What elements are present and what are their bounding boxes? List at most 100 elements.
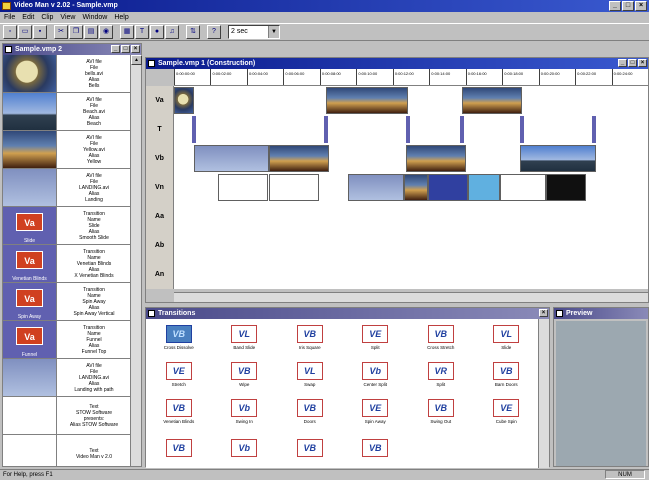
transition-item[interactable]: VB Iris Square xyxy=(277,319,343,356)
transition-item[interactable]: Vb Swing In xyxy=(212,393,278,430)
list-item[interactable]: AVI file File Yellow.avi Alias Yellow xyxy=(3,131,131,169)
clip-segment[interactable] xyxy=(520,145,596,172)
clip-segment[interactable] xyxy=(326,87,408,114)
transition-marker[interactable] xyxy=(592,116,596,143)
transition-marker[interactable] xyxy=(192,116,196,143)
list-item[interactable]: AVI file File LANDING.avi Alias Landing with… xyxy=(3,359,131,397)
render-icon[interactable]: ◉ xyxy=(99,25,113,39)
clip-list: AVI file File bells.avi Alias Bells AVI file… xyxy=(3,55,131,466)
menu-help[interactable]: Help xyxy=(114,12,128,23)
timeline-ruler[interactable]: 0:00:00:00 0:00:02:00 0:00:04:00 0:00:06… xyxy=(174,69,648,86)
clip-segment[interactable] xyxy=(404,174,428,201)
list-item[interactable]: Text STOW Software presents: Alias STOW Sof… xyxy=(3,397,131,435)
menu-edit[interactable]: Edit xyxy=(22,12,34,23)
close-button[interactable]: × xyxy=(539,309,548,317)
clip-segment[interactable] xyxy=(500,174,546,201)
storyboard-icon[interactable]: ▦ xyxy=(120,25,134,39)
close-button[interactable]: × xyxy=(131,45,140,53)
list-item[interactable]: Va Funnel Transition Name Funnel Alias Funnel… xyxy=(3,321,131,359)
transition-item[interactable]: VB Wipe xyxy=(212,356,278,393)
clip-segment[interactable] xyxy=(269,145,329,172)
list-item[interactable]: AVI file File bells.avi Alias Bells xyxy=(3,55,131,93)
transition-marker[interactable] xyxy=(406,116,410,143)
record-icon[interactable]: ● xyxy=(150,25,164,39)
track-lane[interactable] xyxy=(174,231,648,260)
maximize-button[interactable]: □ xyxy=(121,45,130,53)
list-item[interactable]: AVI file File LANDING.avi Alias Landing xyxy=(3,169,131,207)
transition-item[interactable]: VL Band Slide xyxy=(212,319,278,356)
volume-icon[interactable]: ♫ xyxy=(165,25,179,39)
list-item[interactable]: AVI file File Beach.avi Alias Beach xyxy=(3,93,131,131)
text-icon[interactable]: T xyxy=(135,25,149,39)
clip-segment[interactable] xyxy=(406,145,466,172)
minimize-button[interactable]: _ xyxy=(609,1,621,11)
transitions-scrollbar[interactable] xyxy=(538,319,549,468)
timeline-scrollbar[interactable] xyxy=(174,292,648,302)
new-icon[interactable]: ▫ xyxy=(3,25,17,39)
cut-icon[interactable]: ✂ xyxy=(54,25,68,39)
transition-item[interactable]: VE Cube Spin xyxy=(474,393,540,430)
transition-item[interactable]: Vb xyxy=(212,430,278,467)
transition-item[interactable]: VB Cross Stretch xyxy=(408,319,474,356)
transition-item[interactable]: VE Stretch xyxy=(146,356,212,393)
transition-item[interactable]: VB Cross Dissolve xyxy=(146,319,212,356)
track-lane[interactable] xyxy=(174,144,648,173)
transition-marker[interactable] xyxy=(520,116,524,143)
list-item[interactable]: Va Spin Away Transition Name Spin Away Alias… xyxy=(3,283,131,321)
restore-button[interactable]: □ xyxy=(622,1,634,11)
transition-item[interactable]: VB xyxy=(343,430,409,467)
list-item[interactable]: Text Video Man v 2.0 xyxy=(3,435,131,466)
minimize-button[interactable]: _ xyxy=(618,59,627,67)
track-lane[interactable] xyxy=(174,86,648,115)
clip-segment[interactable] xyxy=(269,174,319,201)
menu-view[interactable]: View xyxy=(60,12,75,23)
split-icon[interactable]: ⇅ xyxy=(186,25,200,39)
track-lane[interactable] xyxy=(174,202,648,231)
duration-select[interactable]: 2 sec ▼ xyxy=(228,25,280,39)
chevron-down-icon[interactable]: ▼ xyxy=(268,26,279,38)
transition-item[interactable]: VE Split xyxy=(343,319,409,356)
help-icon[interactable]: ? xyxy=(207,25,221,39)
track-lane[interactable] xyxy=(174,115,648,144)
menu-window[interactable]: Window xyxy=(82,12,107,23)
list-item[interactable]: Va Venetian Blinds Transition Name Venetian… xyxy=(3,245,131,283)
clip-list-scrollbar[interactable]: ▲ xyxy=(130,55,142,466)
transition-item[interactable]: VR Split xyxy=(408,356,474,393)
transition-item[interactable]: VB Barn Doors xyxy=(474,356,540,393)
menu-file[interactable]: File xyxy=(4,12,15,23)
clip-segment[interactable] xyxy=(194,145,269,172)
clip-segment[interactable] xyxy=(218,174,268,201)
clip-segment[interactable] xyxy=(428,174,468,201)
transition-marker[interactable] xyxy=(324,116,328,143)
scroll-up-icon[interactable]: ▲ xyxy=(131,55,142,65)
transition-item[interactable]: VB Venetian Blinds xyxy=(146,393,212,430)
maximize-button[interactable]: □ xyxy=(628,59,637,67)
transition-item[interactable]: VL Slide xyxy=(474,319,540,356)
track-lane[interactable] xyxy=(174,260,648,289)
paste-icon[interactable]: ▤ xyxy=(84,25,98,39)
close-button[interactable]: × xyxy=(635,1,647,11)
app-title-bar: Video Man v 2.02 - Sample.vmp _ □ × xyxy=(0,0,649,12)
transition-item[interactable]: VE Spin Away xyxy=(343,393,409,430)
clip-segment[interactable] xyxy=(468,174,500,201)
track-lane[interactable] xyxy=(174,173,648,202)
menu-clip[interactable]: Clip xyxy=(41,12,53,23)
transition-item[interactable]: Vb Center Split xyxy=(343,356,409,393)
clip-segment[interactable] xyxy=(174,87,194,114)
minimize-button[interactable]: _ xyxy=(111,45,120,53)
transition-item[interactable]: VB Swing Out xyxy=(408,393,474,430)
close-button[interactable]: × xyxy=(638,59,647,67)
list-item[interactable]: Va Slide Transition Name Slide Alias Smooth S… xyxy=(3,207,131,245)
transition-marker[interactable] xyxy=(460,116,464,143)
transition-item[interactable]: VB Doors xyxy=(277,393,343,430)
clip-segment[interactable] xyxy=(348,174,404,201)
construction-window-title: Sample.vmp 1 (Construction) xyxy=(158,60,256,67)
copy-icon[interactable]: ❐ xyxy=(69,25,83,39)
transition-item[interactable]: VL Swap xyxy=(277,356,343,393)
clip-segment[interactable] xyxy=(462,87,522,114)
transition-item[interactable]: VB xyxy=(146,430,212,467)
save-icon[interactable]: ▪ xyxy=(33,25,47,39)
transition-item[interactable]: VB xyxy=(277,430,343,467)
open-icon[interactable]: ▭ xyxy=(18,25,32,39)
clip-segment[interactable] xyxy=(546,174,586,201)
